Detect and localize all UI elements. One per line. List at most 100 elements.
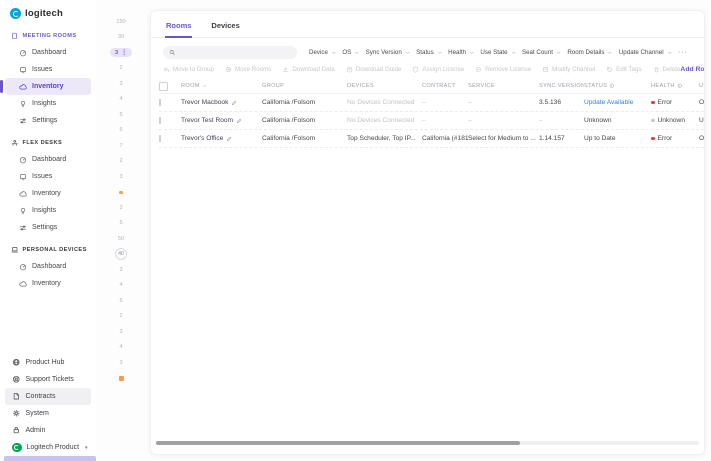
info-icon[interactable] [677,83,683,89]
logitech-product-icon [12,442,22,453]
sidebar-item-settings[interactable]: Settings [5,112,91,129]
count-row: 4 [96,340,146,356]
health-cell: Unknown [651,117,699,124]
settings-icon [20,118,26,123]
more-filters-button[interactable]: ··· [678,49,688,56]
horizontal-scrollbar-track[interactable] [156,441,699,445]
count-value: 2 [119,313,123,320]
action-label: Delete [662,66,681,73]
chevron-down-icon [437,51,442,54]
row-checkbox[interactable] [159,135,161,142]
row-checkbox[interactable] [159,99,161,106]
status-cell[interactable]: Update Available [584,99,651,106]
column-header-status: STATUS [584,83,651,89]
filter-label: Status [416,49,434,56]
filter-update-channel[interactable]: Update Channel [619,49,672,56]
sidebar-item-dashboard[interactable]: Dashboard [5,151,91,168]
group-cell: California /Folsom [262,99,316,106]
sidebar-item-inventory[interactable]: Inventory [5,185,91,202]
sidebar-item-admin[interactable]: Admin [5,422,91,439]
edit-tags-icon [607,67,613,73]
room-name-cell[interactable]: Trevor Test Room [181,117,262,124]
contract-cell: – [422,117,426,124]
count-value: 2 [119,65,123,72]
filter-use-state[interactable]: Use State [480,49,516,56]
sidebar-item-issues[interactable]: Issues [5,168,91,185]
sidebar-item-label: Dashboard [32,156,67,163]
health-cell: Error [651,99,699,106]
add-room-button[interactable]: Add Room [680,66,704,73]
sidebar-item-label: Insights [32,100,57,107]
search-input[interactable] [179,48,291,57]
filter-status[interactable]: Status [416,49,442,56]
sidebar-item-product-hub[interactable]: Product Hub [5,354,91,371]
settings-icon [20,225,26,230]
sidebar-item-dashboard[interactable]: Dashboard [5,258,91,275]
filter-os[interactable]: OS [342,49,359,56]
sidebar-item-support-tickets[interactable]: Support Tickets [5,371,91,388]
table-row: Trevor Macbook California /Folsom No Devic… [159,94,704,112]
health-error-dot-icon [651,100,655,105]
tab-bar: Rooms Devices [151,11,704,38]
issues-icon [20,173,26,180]
edit-room-icon[interactable] [236,118,242,124]
filter-room-details[interactable]: Room Details [567,49,613,56]
action-assign-license[interactable]: Assign License [412,66,464,73]
action-modify-channel[interactable]: Modify Channel [542,66,595,73]
sidebar-item-issues[interactable]: Issues [5,61,91,78]
action-label: Move Rooms [234,66,272,73]
action-move-to-group[interactable]: Move to Group [163,66,214,73]
action-move-rooms[interactable]: Move Rooms [225,66,271,73]
action-download-guide[interactable]: Download Guide [346,66,401,73]
sidebar-item-insights[interactable]: Insights [5,202,91,219]
count-value: 6 [119,127,123,134]
devices-cell: No Devices Connected [347,99,415,106]
column-header-contract: CONTRACT [422,83,468,89]
table-body: Trevor Macbook California /Folsom No Devic… [159,94,704,148]
sidebar-item-dashboard[interactable]: Dashboard [5,44,91,61]
selected-count-pill[interactable]: 3 ⋮ [109,48,133,58]
tab-devices[interactable]: Devices [210,19,240,37]
filter-seat-count[interactable]: Seat Count [522,49,561,56]
info-icon[interactable] [609,83,615,89]
filter-device[interactable]: Device [309,49,336,56]
filter-health[interactable]: Health [448,49,474,56]
room-name-cell[interactable]: Trevor Macbook [181,99,262,106]
system-icon [12,410,20,417]
remove-license-icon [476,66,482,73]
edit-room-icon[interactable] [226,136,232,142]
room-name-cell[interactable]: Trevor's Office [181,135,262,142]
sidebar-item-insights[interactable]: Insights [5,95,91,112]
sidebar-item-inventory[interactable]: Inventory [0,78,91,95]
sidebar-item-system[interactable]: System [5,405,91,422]
filter-sync-version[interactable]: Sync Version [366,49,411,56]
column-header-group: GROUP [262,83,347,89]
horizontal-scrollbar-thumb[interactable] [156,441,520,445]
contract-cell: – [422,99,426,106]
row-checkbox[interactable] [159,117,161,124]
edit-room-icon[interactable] [231,100,237,106]
count-row: 5 [96,293,146,309]
action-delete[interactable]: Delete [653,66,681,73]
search-input-wrapper[interactable] [163,46,297,59]
column-header-room[interactable]: ROOM [181,83,262,89]
chevron-down-icon: ▾ [85,444,88,451]
sidebar-item-settings[interactable]: Settings [5,219,91,236]
select-all-cell [159,81,181,91]
tab-rooms[interactable]: Rooms [165,19,193,38]
nav-section-label: MEETING ROOMS [22,33,77,39]
count-value: 3 [119,328,123,335]
select-all-checkbox[interactable] [159,81,168,91]
bulk-action-bar: Move to Group Move Rooms Download Data Down… [151,62,704,79]
circled-count: 40 [115,248,127,261]
delete-icon [653,67,659,73]
action-edit-tags[interactable]: Edit Tags [606,66,642,73]
sidebar-item-inventory[interactable]: Inventory [5,275,91,292]
action-remove-license[interactable]: Remove License [475,66,531,73]
action-download-data[interactable]: Download Data [282,66,335,73]
kebab-menu-icon[interactable]: ⋮ [121,50,127,56]
group-cell: California /Folsom [262,117,316,124]
footer-item-label: Product Hub [25,359,65,366]
sidebar-item-contracts[interactable]: Contracts [5,388,91,405]
sidebar-item-logitech-product[interactable]: Logitech Product ▾ [5,439,91,456]
